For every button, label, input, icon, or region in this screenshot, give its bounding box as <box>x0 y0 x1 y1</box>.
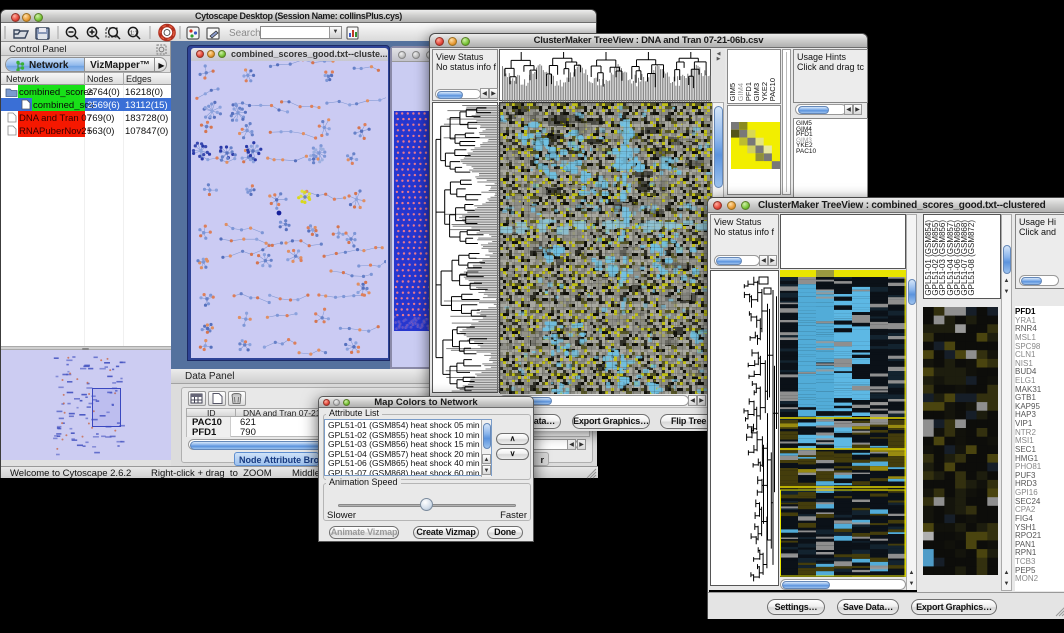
svg-text:1:1: 1:1 <box>130 31 138 37</box>
svg-text:Search:: Search: <box>229 28 263 39</box>
